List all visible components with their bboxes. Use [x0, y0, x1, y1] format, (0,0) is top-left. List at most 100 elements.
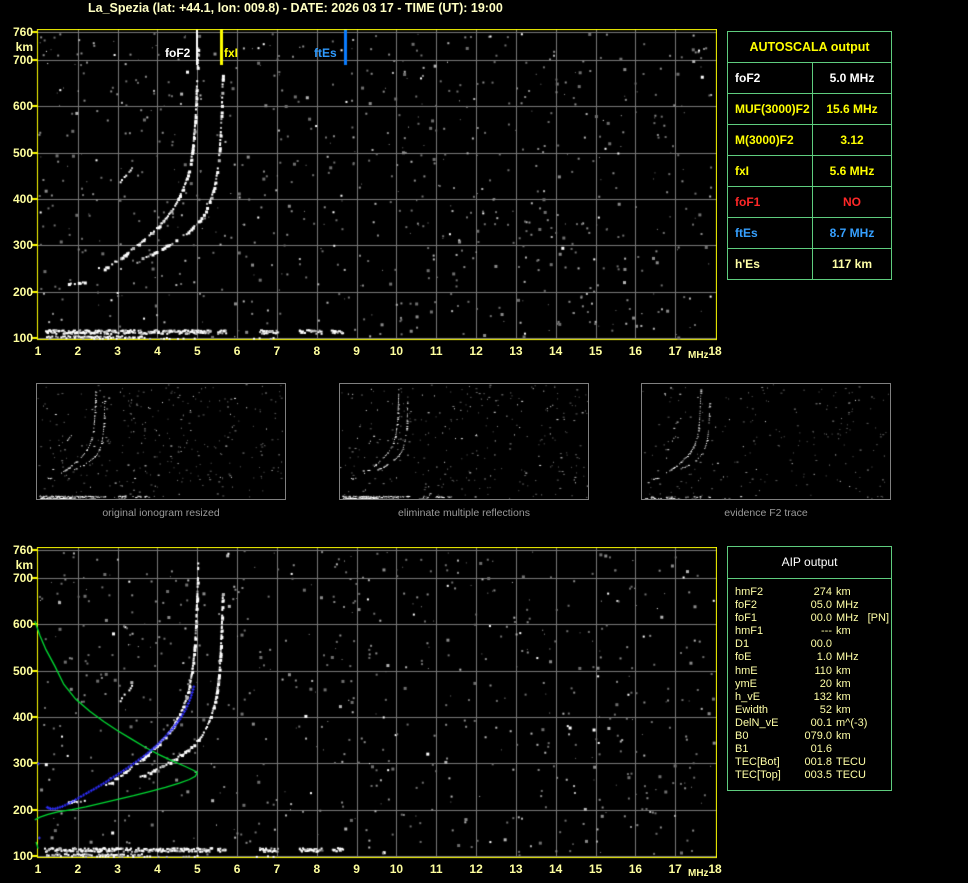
- aip-row-value: 52: [819, 703, 832, 716]
- autoscala-table-header: AUTOSCALA output: [728, 32, 891, 63]
- aip-row-label: D1: [735, 638, 750, 651]
- aip-row-hmF2: hmF2 274 km: [735, 586, 891, 599]
- aip-row-foF1: foF1 00.0 MHz [PN]: [735, 612, 891, 625]
- bottom-plot-x-tick-label: 13: [509, 862, 523, 876]
- top-plot-x-tick-label: 6: [233, 344, 241, 358]
- autoscala-row-value: 15.6 MHz: [826, 102, 878, 116]
- aip-row-unit: km: [836, 677, 851, 690]
- bottom-plot-x-tick-label: 7: [273, 862, 281, 876]
- aip-row-label: Ewidth: [735, 703, 769, 716]
- aip-row-value: 110: [814, 664, 832, 677]
- aip-row-value: 00.0: [810, 612, 832, 625]
- aip-row-label: foF2: [735, 599, 758, 612]
- top-plot-y-tick-label: 760: [12, 25, 33, 39]
- thumbnail-eliminate-reflections: [339, 383, 589, 500]
- bottom-plot-y-tick-label: 200: [12, 802, 33, 817]
- aip-row-unit: TECU: [836, 769, 866, 782]
- aip-row-label: B1: [735, 743, 749, 756]
- aip-row-Ewidth: Ewidth 52 km: [735, 704, 891, 717]
- bottom-plot-x-tick-label: 6: [233, 862, 241, 876]
- bottom-plot-y-tick-label: 100: [12, 849, 33, 863]
- autoscala-row-fxI: fxI 5.6 MHz: [728, 156, 891, 187]
- autoscala-row-label: foF2: [728, 63, 813, 93]
- aip-row-foF2: foF2 05.0 MHz: [735, 599, 891, 612]
- aip-row-value: 01.6: [810, 743, 832, 756]
- bottom-plot-x-tick-label: 12: [469, 862, 483, 876]
- autoscala-output-table: AUTOSCALA output foF2 5.0 MHz MUF(3000)F2 1…: [727, 31, 892, 280]
- aip-row-label: TEC[Top]: [735, 769, 781, 782]
- autoscala-row-ftEs: ftEs 8.7 MHz: [728, 218, 891, 249]
- top-plot-x-tick-label: 8: [313, 344, 321, 358]
- top-plot-x-tick-label: 5: [193, 344, 201, 358]
- aip-row-unit: km: [836, 586, 851, 598]
- top-plot-x-tick-label: 7: [273, 344, 281, 358]
- page-title: La_Spezia (lat: +44.1, lon: 009.8) - DAT…: [88, 1, 503, 15]
- aip-row-value: 079.0: [804, 730, 832, 743]
- autoscala-row-label: M(3000)F2: [728, 125, 813, 155]
- aip-row-value: 20: [819, 677, 832, 690]
- autoscala-row-value: 3.12: [840, 133, 864, 147]
- top-plot-x-tick-label: 13: [509, 344, 523, 358]
- autoscala-row-label: MUF(3000)F2: [728, 94, 813, 124]
- aip-row-label: DelN_vE: [735, 716, 779, 729]
- thumbnail-caption-evidence: evidence F2 trace: [724, 507, 808, 519]
- autoscala-row-value: 117 km: [831, 257, 873, 271]
- top-plot-x-tick-label: 14: [549, 344, 563, 358]
- top-plot-x-unit-label: MHz: [688, 350, 709, 361]
- top-plot-x-tick-label: 12: [469, 344, 483, 358]
- autoscala-row-foF1: foF1 NO: [728, 187, 891, 218]
- aip-row-DelN_vE: DelN_vE 00.1 m^(-3): [735, 717, 891, 730]
- top-plot-x-tick-label: 17: [668, 344, 682, 358]
- autoscala-row-value: 8.7 MHz: [829, 226, 875, 240]
- top-plot-y-tick-label: 600: [12, 99, 33, 114]
- aip-row-note: [PN]: [867, 612, 890, 625]
- autoscala-row-M(3000)F2: M(3000)F2 3.12: [728, 125, 891, 156]
- aip-row-value: 1.0: [816, 651, 832, 664]
- top-plot-y-tick-label: 400: [12, 191, 33, 206]
- bottom-plot-x-tick-label: 14: [549, 862, 563, 876]
- bottom-plot-y-tick-label: 500: [12, 663, 33, 678]
- top-plot-y-tick-label: 500: [12, 145, 33, 160]
- bottom-plot-x-tick-label: 4: [154, 862, 161, 876]
- top-plot-y-unit-label: km: [15, 40, 33, 54]
- aip-row-unit: m^(-3): [836, 716, 868, 729]
- thumbnail-original-canvas: [37, 384, 285, 499]
- bottom-plot-x-unit-label: MHz: [688, 868, 709, 879]
- aip-row-TEC[Bot]: TEC[Bot] 001.8 TECU: [735, 756, 891, 769]
- autoscala-row-label: ftEs: [728, 218, 813, 248]
- top-plot-x-tick-label: 4: [154, 344, 161, 358]
- aip-row-value: 05.0: [810, 599, 832, 612]
- aip-row-value: 001.8: [804, 756, 832, 769]
- bottom-plot-y-tick-label: 300: [12, 756, 33, 771]
- aip-row-value: 274: [813, 586, 832, 598]
- thumbnail-original-ionogram: [36, 383, 286, 500]
- top-plot-x-tick-label: 9: [353, 344, 360, 358]
- bottom-plot-x-tick-label: 9: [353, 862, 360, 876]
- aip-row-value: 00.1: [810, 716, 832, 729]
- aip-row-D1: D1 00.0: [735, 638, 891, 651]
- aip-row-unit: km: [836, 625, 851, 638]
- bottom-plot-y-tick-label: 400: [12, 709, 33, 724]
- aip-row-B1: B1 01.6: [735, 743, 891, 756]
- autoscala-row-label: h'Es: [728, 249, 813, 279]
- aip-row-label: h_vE: [735, 690, 761, 703]
- autoscala-row-label: foF1: [728, 187, 813, 217]
- aip-row-B0: B0 079.0 km: [735, 730, 891, 743]
- top-plot-y-tick-label: 700: [12, 52, 33, 67]
- aip-row-value: ---: [821, 625, 832, 638]
- top-plot-x-tick-label: 10: [389, 344, 404, 358]
- bottom-plot-x-tick-label: 8: [313, 862, 321, 876]
- autoscala-row-value: 5.6 MHz: [829, 164, 875, 178]
- aip-row-label: foE: [735, 651, 752, 664]
- aip-row-TEC[Top]: TEC[Top] 003.5 TECU: [735, 769, 891, 782]
- bottom-plot-x-tick-label: 15: [588, 862, 603, 876]
- marker-label-ftEs: ftEs: [314, 46, 337, 60]
- aip-row-label: hmF2: [735, 586, 764, 598]
- bottom-plot-y-tick-label: 760: [12, 543, 33, 557]
- aip-row-label: hmE: [735, 664, 758, 677]
- top-plot-x-tick-label: 15: [588, 344, 603, 358]
- aip-row-unit: km: [836, 730, 851, 743]
- aip-row-label: B0: [735, 730, 749, 743]
- autoscala-row-MUF(3000)F2: MUF(3000)F2 15.6 MHz: [728, 94, 891, 125]
- aip-row-value: 003.5: [804, 769, 832, 782]
